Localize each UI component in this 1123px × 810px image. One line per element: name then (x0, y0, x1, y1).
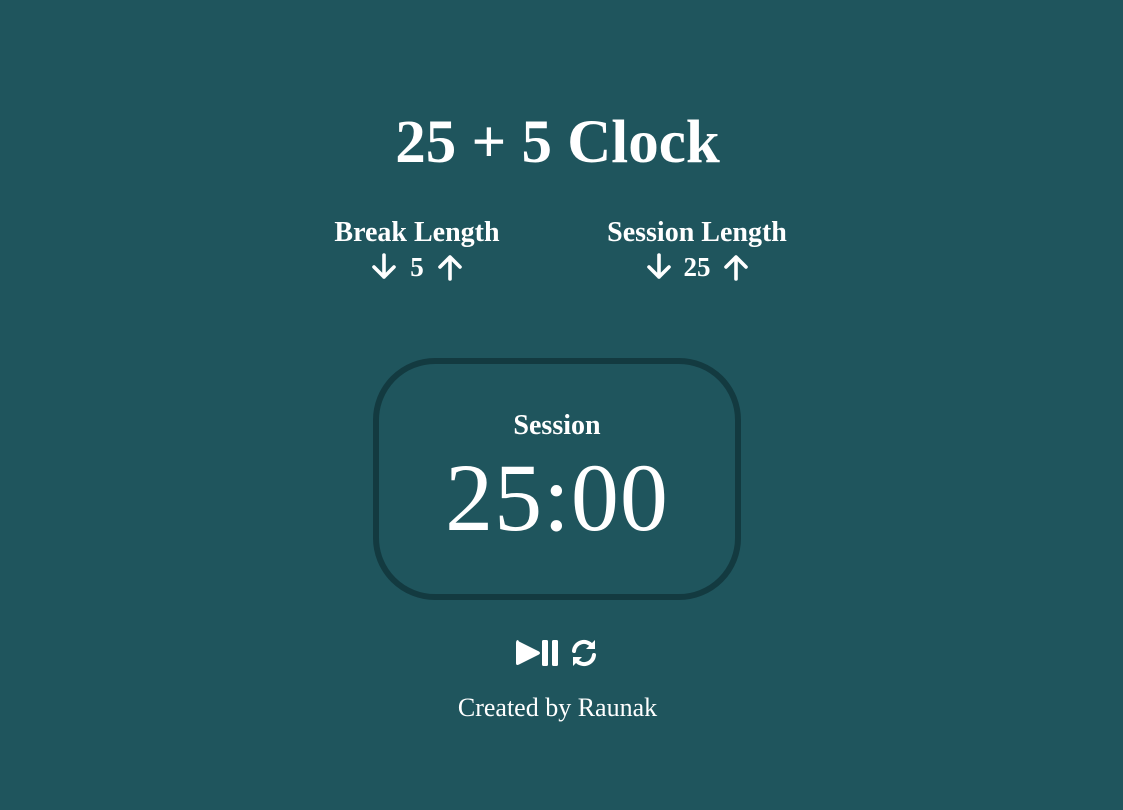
arrow-up-icon (438, 255, 462, 281)
session-increment-button[interactable] (723, 252, 749, 282)
session-length-label: Session Length (607, 217, 787, 248)
session-length-control: Session Length 25 (587, 216, 807, 284)
session-length-row: 25 (587, 250, 807, 284)
pomodoro-clock-app: 25 + 5 Clock Break Length 5 Session Leng… (0, 0, 1123, 810)
refresh-icon (571, 639, 596, 667)
break-decrement-button[interactable] (371, 252, 397, 282)
break-increment-button[interactable] (437, 252, 463, 282)
arrow-up-icon (723, 255, 748, 281)
timer-controls (0, 636, 1113, 670)
play-pause-icon (515, 640, 558, 666)
session-decrement-button[interactable] (646, 252, 672, 282)
arrow-down-icon (372, 253, 396, 279)
break-length-label: Break Length (334, 217, 500, 248)
reset-button[interactable] (568, 636, 600, 670)
time-left: 25:00 (445, 444, 669, 551)
arrow-down-icon (646, 253, 671, 279)
timer-label: Session (513, 410, 601, 441)
footer-credit: Created by Raunak (457, 693, 658, 722)
page-title: 25 + 5 Clock (395, 109, 720, 176)
break-length-control: Break Length 5 (317, 216, 517, 284)
start-stop-button[interactable] (514, 636, 562, 670)
session-length-value: 25 (683, 252, 711, 282)
timer-display: Session 25:00 (373, 358, 741, 600)
break-length-row: 5 (317, 250, 517, 284)
break-length-value: 5 (410, 252, 424, 282)
